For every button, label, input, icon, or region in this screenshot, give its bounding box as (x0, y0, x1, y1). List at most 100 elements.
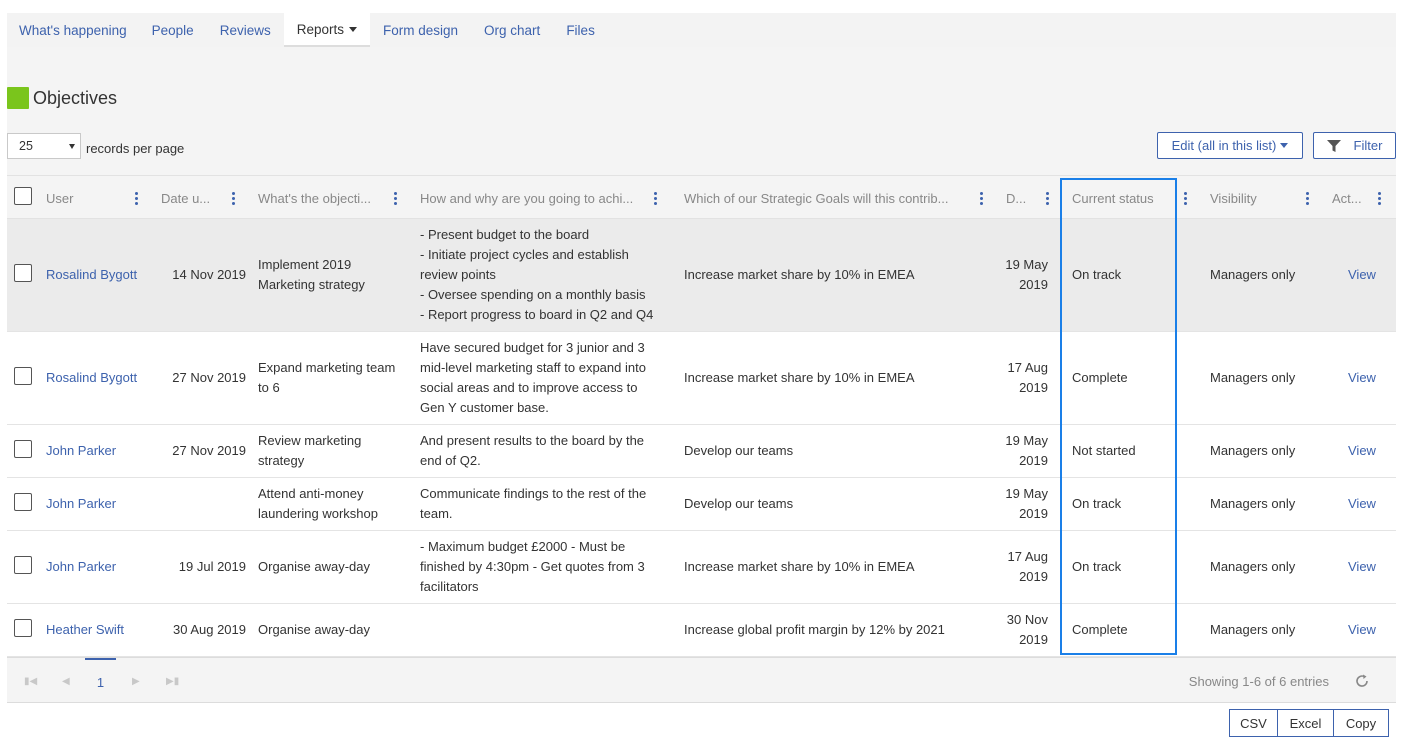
how-line: - Maximum budget £2000 - Must be (420, 539, 626, 554)
how-cell: Communicate findings to the rest of the … (420, 478, 678, 530)
how-line: review points (420, 267, 496, 282)
user-link[interactable]: John Parker (46, 425, 116, 477)
row-checkbox[interactable] (14, 619, 32, 637)
refresh-icon[interactable] (1353, 672, 1371, 690)
first-page-icon[interactable]: ▮◀ (24, 676, 37, 687)
how-line: social areas and to improve access to (420, 380, 638, 395)
tab-reports[interactable]: Reports (283, 13, 370, 47)
how-line: And present results to the board by the (420, 433, 645, 448)
goal-cell: Increase market share by 10% in EMEA (684, 267, 915, 282)
view-link[interactable]: View (1348, 478, 1376, 530)
column-header-actions[interactable]: Act... (1332, 176, 1372, 220)
column-menu-icon[interactable] (394, 192, 397, 205)
column-header-due[interactable]: D... (1006, 176, 1036, 220)
table-row[interactable]: John Parker Attend anti-money laundering… (7, 478, 1396, 531)
view-link[interactable]: View (1348, 531, 1376, 603)
tab-form-design[interactable]: Form design (370, 13, 471, 47)
view-link[interactable]: View (1348, 604, 1376, 656)
column-menu-icon[interactable] (232, 192, 235, 205)
top-nav: What's happening People Reviews Reports … (7, 13, 1396, 47)
how-line: mid-level marketing staff to expand into (420, 360, 646, 375)
column-header-how[interactable]: How and why are you going to achi... (420, 176, 650, 220)
page-number[interactable]: 1 (85, 658, 116, 704)
view-link[interactable]: View (1348, 332, 1376, 424)
row-checkbox[interactable] (14, 440, 32, 458)
next-page-icon[interactable]: ▶ (132, 676, 140, 687)
page-header: Objectives (7, 87, 117, 109)
tab-label: What's happening (19, 22, 127, 38)
due-line: 30 Nov (1006, 612, 1048, 627)
how-line: Gen Y customer base. (420, 400, 549, 415)
due-line: 19 May (1005, 257, 1048, 272)
due-cell: 30 Nov 2019 (997, 604, 1048, 656)
tab-label: Files (566, 22, 595, 38)
user-link[interactable]: Heather Swift (46, 604, 124, 656)
how-cell: - Present budget to the board - Initiate… (420, 219, 678, 331)
row-checkbox[interactable] (14, 264, 32, 282)
user-link[interactable]: Rosalind Bygott (46, 332, 137, 424)
column-header-objective[interactable]: What's the objecti... (258, 176, 388, 220)
user-link[interactable]: John Parker (46, 478, 116, 530)
column-header-status[interactable]: Current status (1072, 176, 1182, 220)
view-link[interactable]: View (1348, 219, 1376, 331)
column-header-date[interactable]: Date u... (161, 176, 227, 220)
column-menu-icon[interactable] (1306, 192, 1309, 205)
table-row[interactable]: John Parker 19 Jul 2019 Organise away-da… (7, 531, 1396, 604)
status-cell: Complete (1072, 370, 1128, 385)
column-header-visibility[interactable]: Visibility (1210, 176, 1300, 220)
visibility-cell: Managers only (1210, 622, 1296, 637)
table-header: User Date u... What's the objecti... How… (7, 175, 1396, 219)
tab-people[interactable]: People (139, 13, 207, 47)
user-link[interactable]: John Parker (46, 531, 116, 603)
tab-reviews[interactable]: Reviews (207, 13, 284, 47)
status-cell: On track (1072, 559, 1122, 574)
status-cell: Complete (1072, 622, 1128, 637)
column-header-user[interactable]: User (46, 176, 136, 220)
due-line: 17 Aug (1007, 360, 1049, 375)
excel-button[interactable]: Excel (1277, 709, 1334, 737)
column-menu-icon[interactable] (135, 192, 138, 205)
visibility-cell: Managers only (1210, 443, 1296, 458)
table-row[interactable]: Rosalind Bygott 27 Nov 2019 Expand marke… (7, 332, 1396, 425)
row-checkbox[interactable] (14, 556, 32, 574)
column-menu-icon[interactable] (1046, 192, 1049, 205)
tab-label: People (151, 22, 194, 38)
table-row[interactable]: John Parker 27 Nov 2019 Review marketing… (7, 425, 1396, 478)
records-per-page-select[interactable]: 25 (7, 133, 81, 159)
goal-cell: Increase market share by 10% in EMEA (684, 559, 915, 574)
copy-button[interactable]: Copy (1333, 709, 1389, 737)
row-checkbox[interactable] (14, 493, 32, 511)
table-row[interactable]: Rosalind Bygott 14 Nov 2019 Implement 20… (7, 219, 1396, 332)
column-header-goal[interactable]: Which of our Strategic Goals will this c… (684, 176, 969, 220)
view-link[interactable]: View (1348, 425, 1376, 477)
column-menu-icon[interactable] (980, 192, 983, 205)
column-menu-icon[interactable] (654, 192, 657, 205)
filter-icon (1326, 139, 1341, 152)
column-menu-icon[interactable] (1378, 192, 1381, 205)
prev-page-icon[interactable]: ◀ (62, 676, 70, 687)
column-menu-icon[interactable] (1184, 192, 1187, 205)
table-row[interactable]: Heather Swift 30 Aug 2019 Organise away-… (7, 604, 1396, 657)
how-cell: - Maximum budget £2000 - Must be finishe… (420, 531, 678, 603)
tab-files[interactable]: Files (553, 13, 608, 47)
export-buttons: CSV Excel Copy (1229, 709, 1389, 737)
goal-cell: Increase global profit margin by 12% by … (684, 622, 945, 637)
date-cell (161, 478, 246, 530)
tab-org-chart[interactable]: Org chart (471, 13, 553, 47)
csv-button[interactable]: CSV (1229, 709, 1278, 737)
tab-whats-happening[interactable]: What's happening (7, 13, 139, 47)
objective-cell: Expand marketing team to 6 (258, 360, 396, 395)
objective-cell: Implement 2019 Marketing strategy (258, 257, 365, 292)
due-cell: 17 Aug 2019 (997, 531, 1049, 603)
user-link[interactable]: Rosalind Bygott (46, 219, 137, 331)
visibility-cell: Managers only (1210, 267, 1296, 282)
select-all-checkbox[interactable] (14, 187, 32, 205)
tab-label: Form design (383, 22, 459, 38)
edit-all-button[interactable]: Edit (all in this list) (1157, 132, 1303, 159)
goal-cell: Increase market share by 10% in EMEA (684, 370, 915, 385)
last-page-icon[interactable]: ▶▮ (166, 676, 179, 687)
how-line: end of Q2. (420, 453, 481, 468)
visibility-cell: Managers only (1210, 370, 1296, 385)
filter-button[interactable]: Filter (1313, 132, 1396, 159)
row-checkbox[interactable] (14, 367, 32, 385)
